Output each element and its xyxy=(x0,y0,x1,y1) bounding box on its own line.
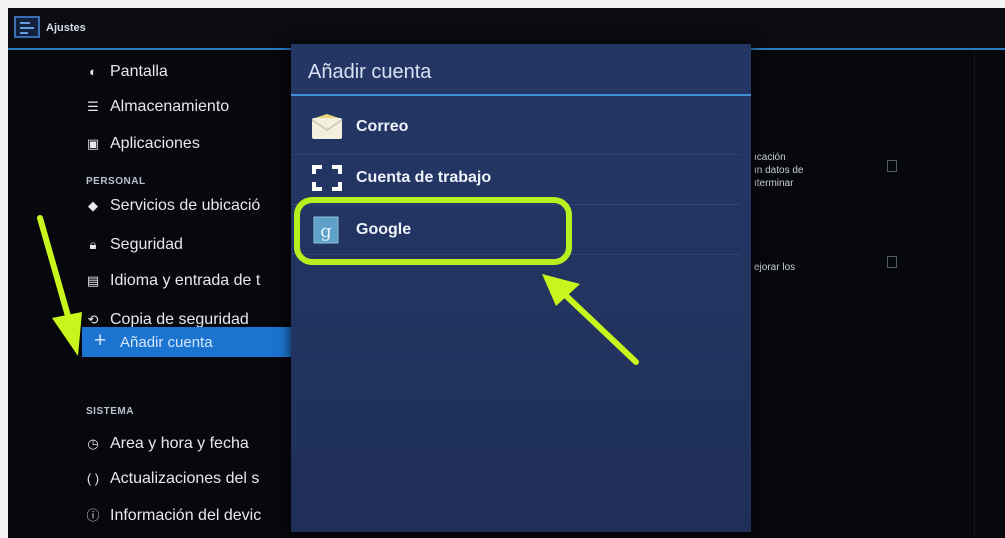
background-checkbox[interactable] xyxy=(887,256,897,268)
settings-item-display[interactable]: ◐ Pantalla xyxy=(86,57,316,87)
window-title: Ajustes xyxy=(46,22,86,34)
add-account-dialog: Añadir cuenta Correo Cuenta de trabajo g xyxy=(291,44,751,532)
settings-item-label: Servicios de ubicació xyxy=(110,197,261,214)
storage-icon: ☰ xyxy=(87,99,99,114)
panel-divider xyxy=(974,50,975,538)
settings-item-label: Area y hora y fecha xyxy=(110,435,249,452)
dialog-title: Añadir cuenta xyxy=(308,61,432,83)
settings-item-label: Información del devic xyxy=(110,507,262,524)
settings-item-datetime[interactable]: ◷ Area y hora y fecha xyxy=(86,429,316,459)
settings-item-label: Aplicaciones xyxy=(110,135,200,152)
envelope-icon xyxy=(311,114,343,139)
location-icon: ◆ xyxy=(88,198,98,213)
apps-icon: ▣ xyxy=(86,136,100,151)
dialog-title-divider xyxy=(291,94,751,96)
add-account-label: Añadir cuenta xyxy=(120,334,213,351)
settings-item-device-info[interactable]: ⓘ Información del devic xyxy=(86,501,316,531)
settings-item-label: Pantalla xyxy=(110,63,168,80)
background-detail-panel: ıcación ın datos de ıterminar ejorar los xyxy=(754,50,1005,538)
account-option-label: Cuenta de trabajo xyxy=(356,169,492,186)
background-improve-text: ejorar los xyxy=(754,262,796,273)
account-option-label: Correo xyxy=(356,118,409,135)
settings-item-storage[interactable]: ☰ Almacenamiento xyxy=(86,92,316,122)
work-account-icon xyxy=(312,165,342,191)
section-header-system: SISTEMA xyxy=(86,406,134,417)
section-header-personal: PERSONAL xyxy=(86,176,146,187)
account-option-email[interactable]: Correo xyxy=(291,105,751,151)
settings-item-updates[interactable]: ( ) Actualizaciones del s xyxy=(86,464,316,494)
settings-item-label: Idioma y entrada de t xyxy=(110,272,261,289)
settings-item-apps[interactable]: ▣ Aplicaciones xyxy=(86,129,316,159)
settings-item-label: Almacenamiento xyxy=(110,98,230,115)
lock-icon: 🔒︎ xyxy=(89,237,97,252)
settings-item-security[interactable]: 🔒︎ Seguridad xyxy=(86,230,316,260)
tv-screen: Ajustes ◐ Pantalla ☰ Almacenamiento ▣ Ap… xyxy=(8,8,1005,538)
google-highlight-outline xyxy=(294,197,572,265)
settings-list: ◐ Pantalla ☰ Almacenamiento ▣ Aplicacion… xyxy=(8,50,308,538)
info-icon: ⓘ xyxy=(86,508,100,523)
settings-app-icon xyxy=(14,16,40,38)
option-divider xyxy=(291,154,741,155)
language-icon: ▤ xyxy=(86,273,100,288)
backup-icon: ⟲ xyxy=(87,312,99,327)
settings-item-language[interactable]: ▤ Idioma y entrada de t xyxy=(86,266,316,296)
clock-icon: ◷ xyxy=(87,436,99,451)
display-icon: ◐ xyxy=(89,64,97,79)
background-checkbox[interactable] xyxy=(887,160,897,172)
background-location-text: ıcación ın datos de ıterminar xyxy=(754,152,804,189)
settings-item-label: Seguridad xyxy=(110,236,183,253)
settings-item-location[interactable]: ◆ Servicios de ubicació xyxy=(86,191,316,221)
plus-icon: + xyxy=(94,329,107,352)
account-option-work[interactable]: Cuenta de trabajo xyxy=(291,156,751,202)
settings-item-label: Actualizaciones del s xyxy=(110,470,260,487)
update-icon: ( ) xyxy=(86,471,100,486)
